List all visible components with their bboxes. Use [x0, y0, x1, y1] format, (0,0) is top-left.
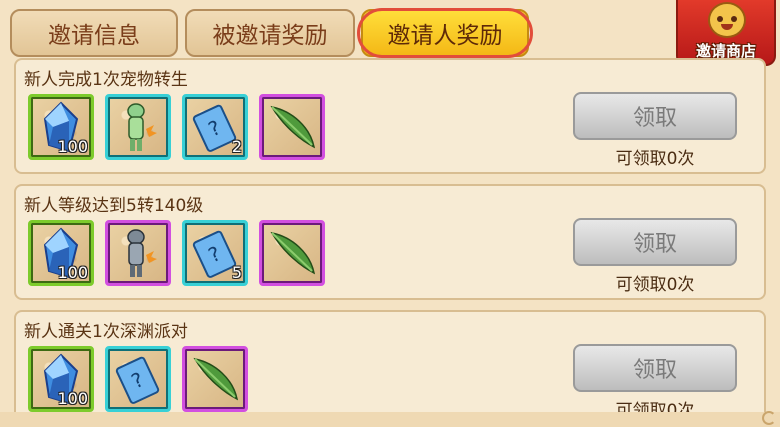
- claim-remaining-text: 可领取0次: [615, 275, 695, 295]
- task-card: 新人等级达到5转140级 100 ? 5 领取 可领取0次: [14, 184, 766, 300]
- reward-slot[interactable]: ?: [105, 346, 171, 412]
- tab-invite-info[interactable]: 邀请信息: [10, 9, 178, 57]
- invite-shop-button[interactable]: 邀请商店: [676, 0, 776, 66]
- claim-button[interactable]: 领取: [573, 218, 737, 266]
- reward-quantity: 5: [231, 263, 242, 282]
- shop-mascot-icon: [708, 2, 746, 38]
- reward-quantity: 2: [231, 137, 242, 156]
- reward-quantity: 100: [57, 263, 88, 282]
- task-title: 新人完成1次宠物转生: [24, 70, 188, 90]
- pet-figure-icon: [127, 229, 157, 277]
- panel-bottom-edge: [0, 412, 780, 427]
- tab-invitee-rewards[interactable]: 被邀请奖励: [185, 9, 355, 57]
- task-card: 新人通关1次深渊派对 100 ? 领取 可领取0次: [14, 310, 766, 412]
- reward-slot[interactable]: 100: [28, 346, 94, 412]
- claim-button[interactable]: 领取: [573, 344, 737, 392]
- reward-slot[interactable]: 100: [28, 220, 94, 286]
- task-card: 新人完成1次宠物转生 100 ? 2 领取 可领取0次: [14, 58, 766, 174]
- green-feather-icon: [270, 105, 316, 149]
- reward-slot[interactable]: ? 2: [182, 94, 248, 160]
- claim-button[interactable]: 领取: [573, 92, 737, 140]
- corner-ornament-icon: [762, 411, 776, 425]
- reward-slot[interactable]: ? 5: [182, 220, 248, 286]
- reward-slot[interactable]: [105, 220, 171, 286]
- reward-quantity: 100: [57, 389, 88, 408]
- reward-slot[interactable]: [182, 346, 248, 412]
- mystery-card-icon: ?: [115, 356, 160, 404]
- invite-panel: 邀请信息 被邀请奖励 邀请人奖励 邀请商店 新人完成1次宠物转生 100 ? 2…: [0, 0, 780, 427]
- reward-slot[interactable]: [259, 94, 325, 160]
- reward-slot[interactable]: [105, 94, 171, 160]
- pet-figure-icon: [127, 103, 157, 151]
- task-title: 新人等级达到5转140级: [24, 196, 204, 216]
- reward-slot[interactable]: [259, 220, 325, 286]
- claim-remaining-text: 可领取0次: [615, 149, 695, 169]
- task-title: 新人通关1次深渊派对: [24, 322, 188, 342]
- green-feather-icon: [270, 231, 316, 275]
- reward-task-list[interactable]: 新人完成1次宠物转生 100 ? 2 领取 可领取0次 新人等级达到5转140级…: [0, 58, 780, 412]
- tab-inviter-rewards[interactable]: 邀请人奖励: [361, 9, 529, 57]
- green-feather-icon: [193, 357, 239, 401]
- reward-quantity: 100: [57, 137, 88, 156]
- claim-remaining-text: 可领取0次: [615, 401, 695, 412]
- reward-slot[interactable]: 100: [28, 94, 94, 160]
